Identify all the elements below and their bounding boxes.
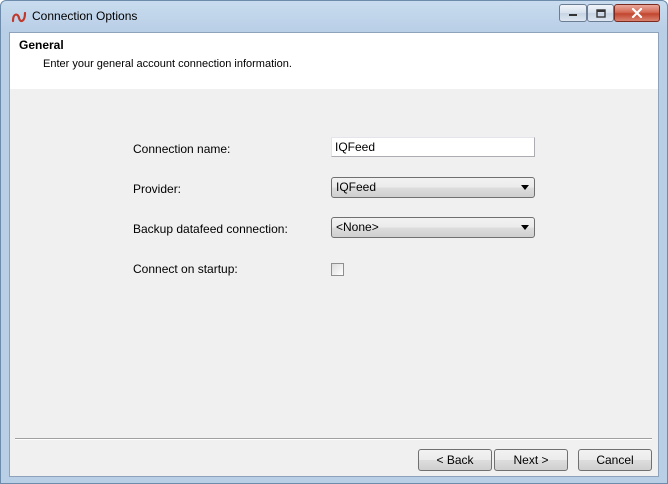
connect-on-startup-checkbox[interactable] xyxy=(331,263,344,276)
close-button[interactable] xyxy=(614,4,660,22)
minimize-icon xyxy=(569,14,577,16)
chevron-down-icon xyxy=(521,225,529,230)
minimize-button[interactable] xyxy=(559,4,587,22)
backup-datafeed-select[interactable]: <None> xyxy=(331,217,535,238)
connect-on-startup-label: Connect on startup: xyxy=(133,262,238,276)
chevron-down-icon xyxy=(521,185,529,190)
backup-datafeed-label: Backup datafeed connection: xyxy=(133,222,288,236)
page-header: General Enter your general account conne… xyxy=(10,33,658,89)
provider-select-value: IQFeed xyxy=(336,180,377,194)
page-subtitle: Enter your general account connection in… xyxy=(43,58,292,70)
provider-label: Provider: xyxy=(133,182,182,196)
cancel-button[interactable]: Cancel xyxy=(578,449,652,471)
provider-select[interactable]: IQFeed xyxy=(331,177,535,198)
app-logo-icon xyxy=(11,11,27,23)
maximize-button[interactable] xyxy=(587,4,614,22)
close-icon xyxy=(631,8,643,18)
dialog-window: Connection Options General Enter your ge… xyxy=(0,0,668,484)
dialog-body: General Enter your general account conne… xyxy=(9,32,659,477)
connection-name-label: Connection name: xyxy=(133,142,231,156)
connection-name-input[interactable]: IQFeed xyxy=(331,137,535,157)
footer-divider xyxy=(15,438,652,440)
back-button[interactable]: < Back xyxy=(418,449,492,471)
backup-datafeed-select-value: <None> xyxy=(336,220,379,234)
next-button[interactable]: Next > xyxy=(494,449,568,471)
window-title: Connection Options xyxy=(32,9,138,23)
maximize-icon xyxy=(595,8,606,18)
page-title: General xyxy=(19,38,64,52)
title-bar[interactable]: Connection Options xyxy=(1,1,667,32)
